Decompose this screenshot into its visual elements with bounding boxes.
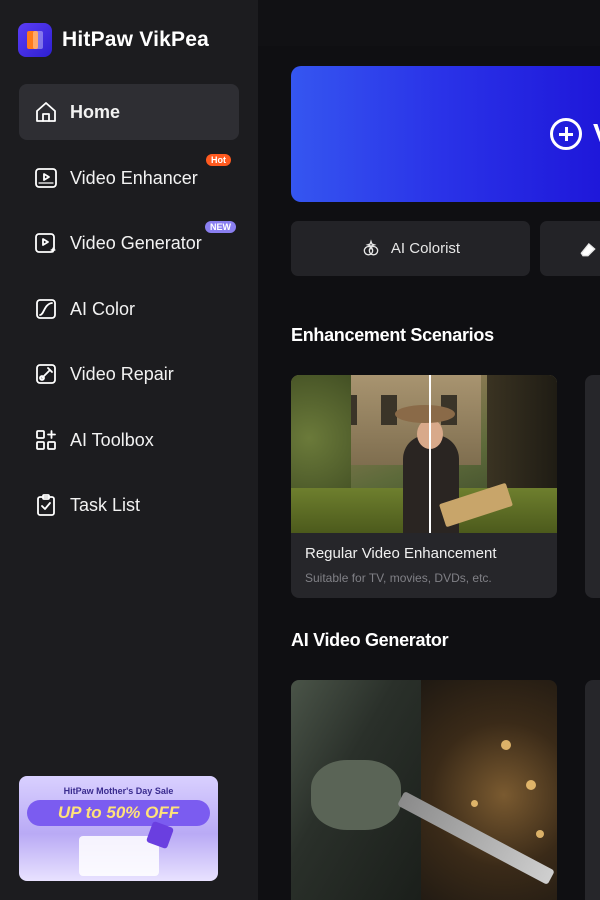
promo-title: HitPaw Mother's Day Sale [63, 786, 174, 796]
sidebar-item-video-generator[interactable]: Video Generator NEW [19, 215, 239, 271]
clipboard-check-icon [33, 492, 59, 518]
card-title: Regular Video Enhancement [305, 545, 497, 562]
card-description: Suitable for TV, movies, DVDs, etc. [305, 571, 492, 585]
video-sparkle-icon [33, 230, 59, 256]
home-icon [33, 99, 59, 125]
uhd-video-icon [33, 165, 59, 191]
sidebar-item-label: AI Toolbox [70, 429, 154, 450]
hot-badge: Hot [206, 154, 231, 166]
sidebar-item-ai-toolbox[interactable]: AI Toolbox [19, 412, 239, 468]
sidebar: HitPaw VikPea Home Video Enhancer Hot Vi… [0, 0, 258, 900]
sidebar-item-label: Video Enhancer [70, 167, 198, 188]
eraser-icon [580, 242, 596, 256]
sidebar-item-label: Video Generator [70, 232, 202, 253]
section-title-generator: AI Video Generator [291, 630, 449, 650]
promo-headline: UP to 50% OFF [27, 800, 210, 826]
hero-banner[interactable]: V [291, 66, 600, 202]
ai-colorist-button[interactable]: AI Colorist [291, 221, 530, 276]
hero-text: V [593, 118, 600, 150]
sidebar-item-label: Home [70, 101, 121, 122]
sidebar-item-label: Video Repair [70, 363, 174, 384]
plus-circle-icon [550, 118, 582, 150]
before-after-divider[interactable] [429, 375, 431, 533]
card-ai-video-generator[interactable] [291, 680, 557, 900]
sidebar-item-video-enhancer[interactable]: Video Enhancer Hot [19, 150, 239, 206]
sidebar-item-video-repair[interactable]: Video Repair [19, 346, 239, 402]
eraser-tool-button[interactable] [540, 221, 600, 276]
sidebar-item-home[interactable]: Home [19, 84, 239, 140]
colorist-icon [363, 238, 379, 255]
app-logo-icon [18, 23, 52, 57]
color-curve-icon [33, 296, 59, 322]
repair-icon [33, 361, 59, 387]
sidebar-item-label: Task List [70, 494, 141, 515]
card-next-peek[interactable] [585, 680, 600, 900]
toolbox-icon [33, 427, 59, 453]
new-badge: NEW [205, 221, 236, 233]
app-name: HitPaw VikPea [62, 28, 209, 51]
card-thumbnail [291, 375, 557, 533]
promo-banner[interactable]: HitPaw Mother's Day Sale UP to 50% OFF [19, 776, 218, 881]
top-bar [258, 0, 600, 46]
sidebar-item-ai-color[interactable]: AI Color [19, 281, 239, 337]
section-title-enhancement: Enhancement Scenarios [291, 325, 494, 345]
sidebar-item-task-list[interactable]: Task List [19, 477, 239, 533]
ai-colorist-label: AI Colorist [390, 240, 461, 257]
brand[interactable]: HitPaw VikPea [18, 22, 209, 58]
card-next-peek[interactable] [585, 375, 600, 598]
card-regular-video-enhancement[interactable]: Regular Video Enhancement Suitable for T… [291, 375, 557, 598]
sidebar-item-label: AI Color [70, 298, 136, 319]
